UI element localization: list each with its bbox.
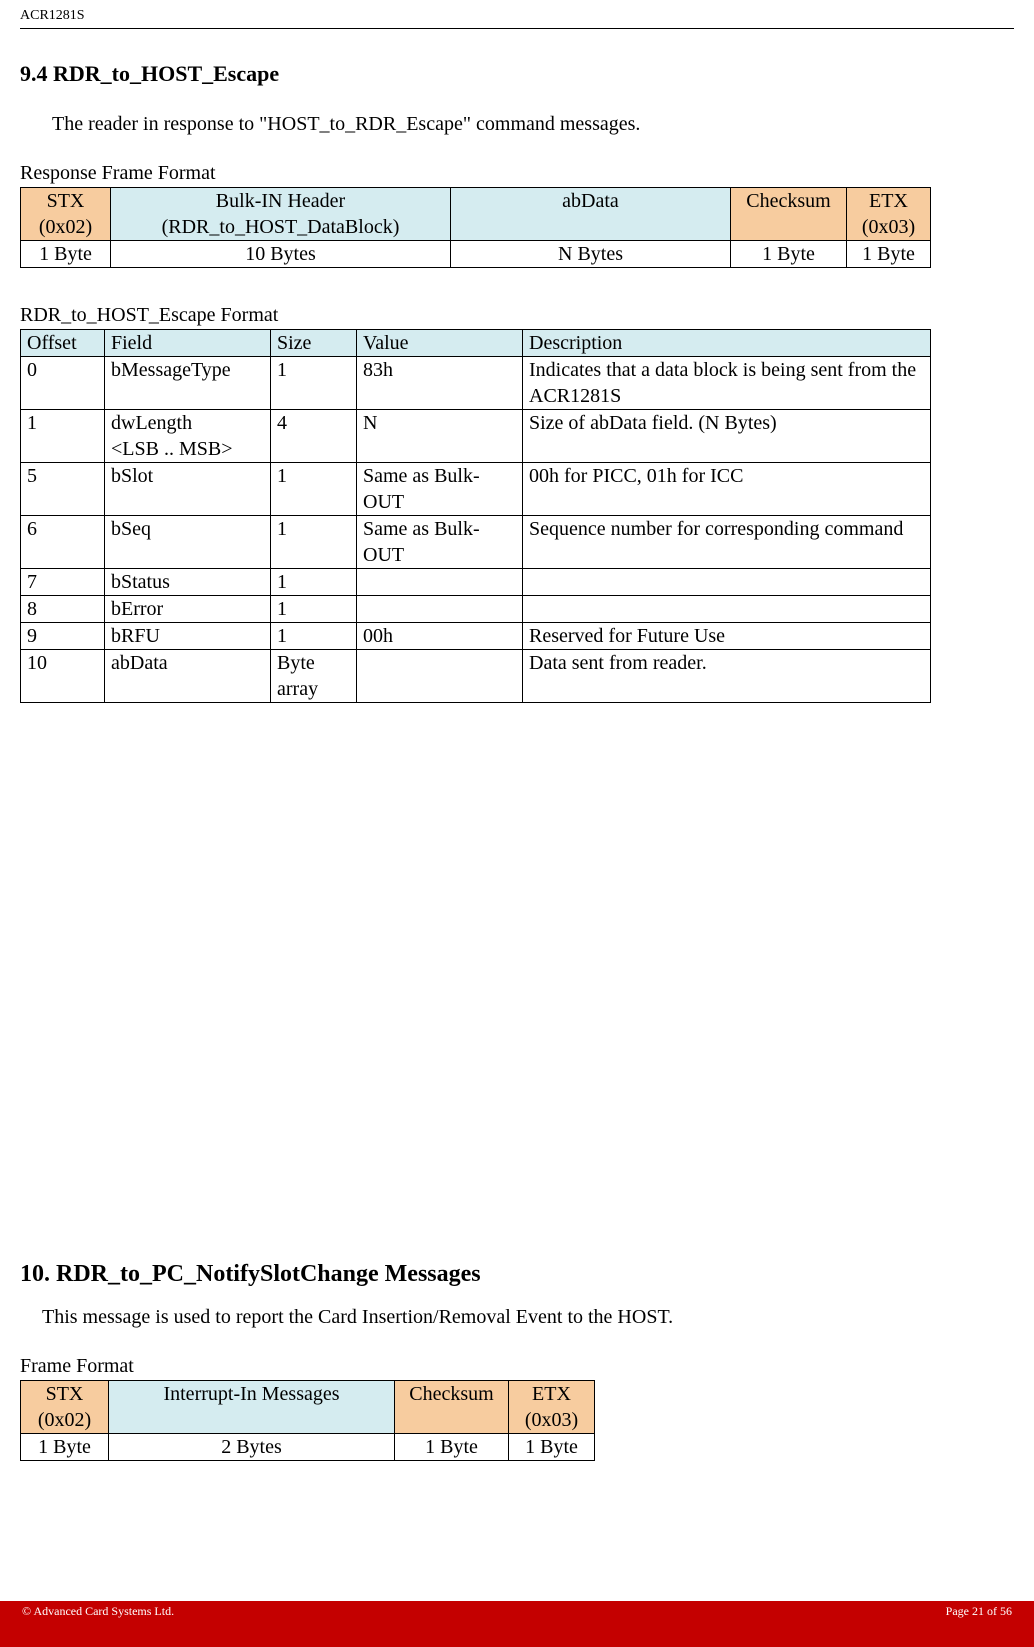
t1-h4: Checksum	[731, 188, 847, 241]
t3-r1: 1 Byte	[21, 1434, 109, 1461]
page-content: 9.4 RDR_to_HOST_Escape The reader in res…	[0, 29, 1034, 1461]
rdr-to-host-escape-format-table: Offset Field Size Value Description 0bMe…	[20, 329, 931, 703]
t1-r5: 1 Byte	[847, 241, 931, 268]
table-cell: 1	[271, 596, 357, 623]
t1-r4: 1 Byte	[731, 241, 847, 268]
table-cell: bSlot	[105, 463, 271, 516]
section2-paragraph: This message is used to report the Card …	[20, 1306, 1014, 1329]
table-row: 6bSeq1Same as Bulk-OUTSequence number fo…	[21, 516, 931, 569]
t3-h2: Interrupt-In Messages	[109, 1381, 395, 1434]
table-cell: Same as Bulk-OUT	[357, 463, 523, 516]
table-cell	[523, 569, 931, 596]
table-cell: 1	[271, 463, 357, 516]
table-cell: 7	[21, 569, 105, 596]
table-title-frame-format: Frame Format	[20, 1355, 1014, 1378]
table-row: 9bRFU100hReserved for Future Use	[21, 623, 931, 650]
section-heading-9-4: 9.4 RDR_to_HOST_Escape	[20, 61, 1014, 87]
frame-format-table: STX (0x02) Interrupt-In Messages Checksu…	[20, 1380, 595, 1461]
table-cell: bSeq	[105, 516, 271, 569]
table-cell: Size of abData field. (N Bytes)	[523, 410, 931, 463]
table-row: 5bSlot1Same as Bulk-OUT00h for PICC, 01h…	[21, 463, 931, 516]
table-cell	[357, 650, 523, 703]
t3-h4: ETX (0x03)	[509, 1381, 595, 1434]
table-cell: 6	[21, 516, 105, 569]
footer-left: © Advanced Card Systems Ltd.	[22, 1604, 174, 1619]
t1-h2: Bulk-IN Header (RDR_to_HOST_DataBlock)	[111, 188, 451, 241]
table-row: 10abDataByte array Data sent from reader.	[21, 650, 931, 703]
section-heading-10: 10. RDR_to_PC_NotifySlotChange Messages	[20, 1261, 1014, 1288]
table-title-escape-format: RDR_to_HOST_Escape Format	[20, 304, 1014, 327]
table-cell: 1	[271, 357, 357, 410]
section-paragraph: The reader in response to "HOST_to_RDR_E…	[20, 113, 1014, 136]
table-cell	[523, 596, 931, 623]
table-cell: 83h	[357, 357, 523, 410]
table-row: 0bMessageType183hIndicates that a data b…	[21, 357, 931, 410]
table-cell: Same as Bulk-OUT	[357, 516, 523, 569]
table-cell: 0	[21, 357, 105, 410]
t1-r3: N Bytes	[451, 241, 731, 268]
page-footer: © Advanced Card Systems Ltd. Page 21 of …	[0, 1601, 1034, 1647]
t2-h-c3: Size	[271, 330, 357, 357]
table-cell: Byte array	[271, 650, 357, 703]
spacer	[20, 739, 1014, 1249]
table-cell: N	[357, 410, 523, 463]
t3-r4: 1 Byte	[509, 1434, 595, 1461]
t1-r2: 10 Bytes	[111, 241, 451, 268]
table-cell: Sequence number for corresponding comman…	[523, 516, 931, 569]
table-row: 7bStatus1	[21, 569, 931, 596]
table-cell: bMessageType	[105, 357, 271, 410]
table-cell: Reserved for Future Use	[523, 623, 931, 650]
table-cell: 00h	[357, 623, 523, 650]
t2-h-c5: Description	[523, 330, 931, 357]
table-cell: Data sent from reader.	[523, 650, 931, 703]
t1-h1: STX (0x02)	[21, 188, 111, 241]
doc-id: ACR1281S	[20, 8, 85, 23]
t1-h5: ETX (0x03)	[847, 188, 931, 241]
t3-h1: STX (0x02)	[21, 1381, 109, 1434]
table-row: 1dwLength <LSB .. MSB>4NSize of abData f…	[21, 410, 931, 463]
table-cell: 5	[21, 463, 105, 516]
table-cell: abData	[105, 650, 271, 703]
t2-h-c1: Offset	[21, 330, 105, 357]
table-cell: 9	[21, 623, 105, 650]
table-cell	[357, 596, 523, 623]
table-cell: 00h for PICC, 01h for ICC	[523, 463, 931, 516]
table-cell: bStatus	[105, 569, 271, 596]
table-cell: Indicates that a data block is being sen…	[523, 357, 931, 410]
table-cell: 1	[21, 410, 105, 463]
t2-h-c4: Value	[357, 330, 523, 357]
t1-r1: 1 Byte	[21, 241, 111, 268]
table-row: 8bError1	[21, 596, 931, 623]
t3-h3: Checksum	[395, 1381, 509, 1434]
table-cell: 8	[21, 596, 105, 623]
table-cell: 10	[21, 650, 105, 703]
t3-r3: 1 Byte	[395, 1434, 509, 1461]
table-cell	[357, 569, 523, 596]
table-cell: 4	[271, 410, 357, 463]
page-header: ACR1281S	[0, 0, 1034, 28]
table-cell: bRFU	[105, 623, 271, 650]
response-frame-format-table: STX (0x02) Bulk-IN Header (RDR_to_HOST_D…	[20, 187, 931, 268]
table-cell: 1	[271, 516, 357, 569]
t2-h-c2: Field	[105, 330, 271, 357]
table-title-response-frame: Response Frame Format	[20, 162, 1014, 185]
t3-r2: 2 Bytes	[109, 1434, 395, 1461]
footer-right: Page 21 of 56	[946, 1604, 1012, 1619]
table-cell: dwLength <LSB .. MSB>	[105, 410, 271, 463]
table-cell: bError	[105, 596, 271, 623]
table-cell: 1	[271, 569, 357, 596]
t1-h3: abData	[451, 188, 731, 241]
table-cell: 1	[271, 623, 357, 650]
